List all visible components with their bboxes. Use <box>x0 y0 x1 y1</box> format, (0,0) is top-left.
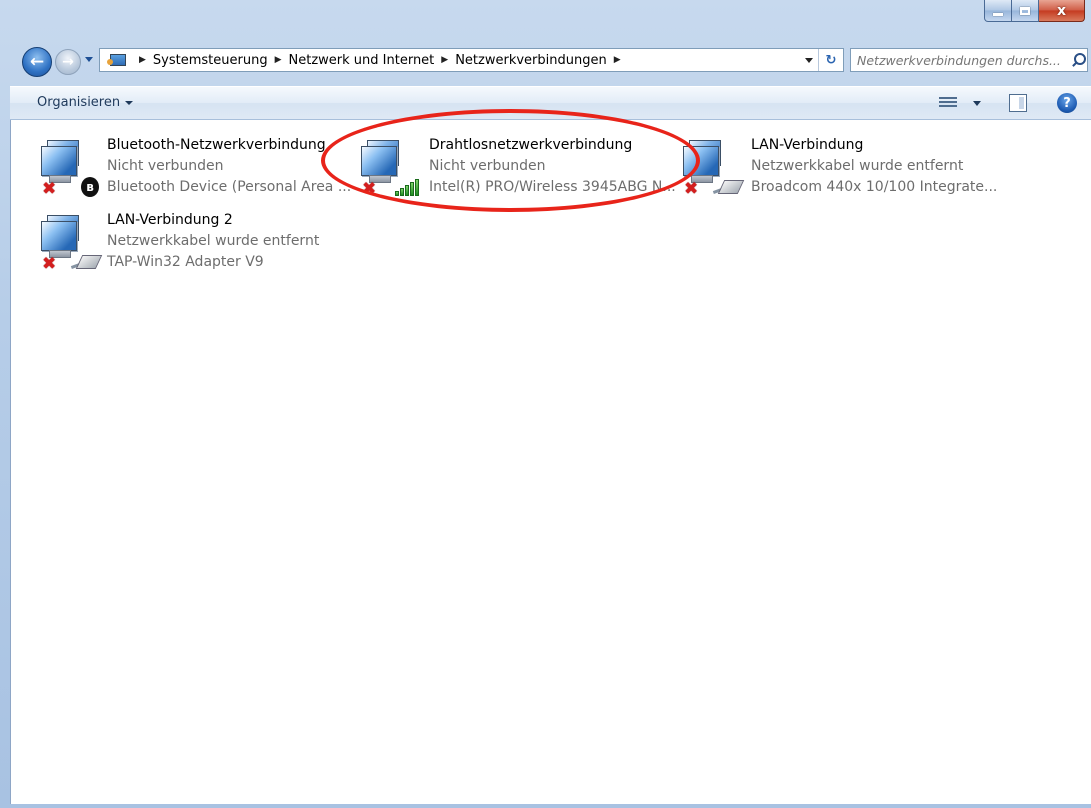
search-box[interactable] <box>850 48 1088 72</box>
network-computer-icon: ✖ <box>41 215 105 274</box>
network-computer-icon: ✖ <box>361 140 425 199</box>
chevron-down-icon <box>125 100 134 105</box>
refresh-icon: ↻ <box>825 52 837 68</box>
close-button[interactable]: x <box>1039 0 1085 22</box>
search-icon[interactable] <box>1069 51 1087 69</box>
minimize-icon <box>993 13 1003 16</box>
breadcrumb-separator-icon[interactable]: ▶ <box>614 55 621 65</box>
title-bar[interactable]: x <box>0 0 1091 42</box>
organize-label: Organisieren <box>37 95 121 110</box>
help-icon: ? <box>1063 95 1071 111</box>
view-options-dropdown[interactable] <box>973 101 981 106</box>
connection-item-wireless[interactable]: ✖ Drahtlosnetzwerkverbindung Nicht verbu… <box>349 128 676 199</box>
connections-list[interactable]: ✖ ʙ Bluetooth-Netzwerkverbindung Nicht v… <box>10 120 1091 804</box>
preview-pane-button[interactable] <box>1009 94 1027 112</box>
arrow-right-icon: → <box>62 54 74 70</box>
minimize-button[interactable] <box>984 0 1012 22</box>
network-cable-icon <box>70 255 103 269</box>
connection-status: Netzwerkkabel wurde entfernt <box>751 158 964 174</box>
address-bar[interactable]: ▶ Systemsteuerung ▶ Netzwerk und Interne… <box>99 48 844 72</box>
connection-name: LAN-Verbindung 2 <box>107 212 233 228</box>
chevron-down-icon <box>805 57 813 63</box>
disconnected-icon: ✖ <box>684 179 699 199</box>
organize-menu-button[interactable]: Organisieren <box>37 95 134 110</box>
command-bar: Organisieren ? <box>10 86 1091 120</box>
connection-device: Broadcom 440x 10/100 Integrate... <box>751 179 998 195</box>
explorer-window: x ← → ▶ Systemsteuerung ▶ Netzwerk und I… <box>0 0 1091 808</box>
connection-name: LAN-Verbindung <box>751 137 864 153</box>
bluetooth-icon: ʙ <box>81 177 99 197</box>
connection-device: TAP-Win32 Adapter V9 <box>107 254 264 270</box>
help-button[interactable]: ? <box>1057 93 1077 113</box>
control-panel-icon <box>107 53 126 67</box>
close-icon: x <box>1056 2 1067 19</box>
connection-status: Nicht verbunden <box>429 158 546 174</box>
connection-device: Intel(R) PRO/Wireless 3945ABG N... <box>429 179 676 195</box>
network-cable-icon <box>712 180 745 194</box>
maximize-button[interactable] <box>1012 0 1039 22</box>
breadcrumb-systemsteuerung[interactable]: Systemsteuerung <box>153 53 268 68</box>
network-computer-icon: ✖ ʙ <box>41 140 105 199</box>
connection-item-lan-2[interactable]: ✖ LAN-Verbindung 2 Netzwerkkabel wurde e… <box>27 203 347 274</box>
connection-status: Netzwerkkabel wurde entfernt <box>107 233 320 249</box>
search-input[interactable] <box>851 51 1069 69</box>
disconnected-icon: ✖ <box>42 254 57 274</box>
connection-item-lan[interactable]: ✖ LAN-Verbindung Netzwerkkabel wurde ent… <box>671 128 997 199</box>
breadcrumb-netzwerk-und-internet[interactable]: Netzwerk und Internet <box>289 53 435 68</box>
wireless-signal-icon <box>395 176 421 196</box>
disconnected-icon: ✖ <box>42 179 57 199</box>
breadcrumb-netzwerkverbindungen[interactable]: Netzwerkverbindungen <box>455 53 607 68</box>
breadcrumb-separator-icon[interactable]: ▶ <box>441 55 448 65</box>
connection-name: Drahtlosnetzwerkverbindung <box>429 137 633 153</box>
recent-pages-dropdown[interactable] <box>85 57 93 62</box>
arrow-left-icon: ← <box>29 52 45 72</box>
disconnected-icon: ✖ <box>362 179 377 199</box>
caption-buttons: x <box>984 0 1085 22</box>
connection-name: Bluetooth-Netzwerkverbindung <box>107 137 326 153</box>
network-computer-icon: ✖ <box>683 140 747 199</box>
connection-device: Bluetooth Device (Personal Area ... <box>107 179 352 195</box>
forward-button[interactable]: → <box>55 49 81 75</box>
refresh-button[interactable]: ↻ <box>818 49 843 71</box>
back-button[interactable]: ← <box>22 47 52 77</box>
connection-status: Nicht verbunden <box>107 158 224 174</box>
breadcrumb-separator-icon[interactable]: ▶ <box>139 55 146 65</box>
breadcrumb-separator-icon[interactable]: ▶ <box>275 55 282 65</box>
address-history-dropdown[interactable] <box>800 49 818 71</box>
change-view-button[interactable] <box>939 95 957 111</box>
connection-item-bluetooth[interactable]: ✖ ʙ Bluetooth-Netzwerkverbindung Nicht v… <box>27 128 351 199</box>
maximize-icon <box>1020 6 1030 15</box>
